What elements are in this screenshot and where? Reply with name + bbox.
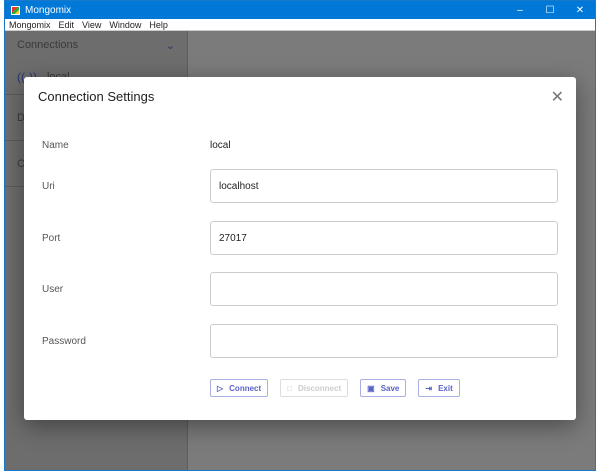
close-window-button[interactable]: ✕ — [565, 5, 595, 16]
menu-edit[interactable]: Edit — [59, 20, 75, 30]
user-label: User — [42, 283, 64, 295]
disconnect-button[interactable]: □ Disconnect — [280, 379, 349, 397]
dialog-title: Connection Settings — [38, 89, 155, 104]
user-input[interactable] — [210, 272, 558, 306]
app-icon — [11, 5, 20, 15]
connect-button[interactable]: ▷ Connect — [210, 379, 269, 397]
play-icon: ▷ — [217, 383, 224, 393]
close-icon[interactable]: ✕ — [551, 87, 564, 107]
exit-icon: ⇥ — [425, 383, 433, 393]
maximize-button[interactable]: ☐ — [535, 5, 565, 16]
name-value: local — [210, 139, 231, 151]
port-input[interactable] — [210, 221, 558, 255]
title-bar: Mongomix – ☐ ✕ — [5, 1, 595, 19]
password-input[interactable] — [210, 324, 558, 358]
menu-mongomix[interactable]: Mongomix — [9, 20, 51, 30]
menu-bar: Mongomix Edit View Window Help — [5, 19, 595, 31]
name-label: Name — [42, 139, 69, 151]
stop-icon: □ — [287, 383, 292, 393]
connections-label: Connections — [17, 39, 79, 51]
save-button[interactable]: ▣ Save — [360, 379, 407, 397]
window-title: Mongomix — [25, 4, 72, 16]
connections-header[interactable]: Connections ⌄ — [5, 31, 187, 59]
disconnect-label: Disconnect — [298, 383, 342, 393]
menu-view[interactable]: View — [82, 20, 101, 30]
menu-window[interactable]: Window — [109, 20, 141, 30]
minimize-button[interactable]: – — [505, 5, 535, 16]
menu-help[interactable]: Help — [149, 20, 168, 30]
connection-settings-dialog: Connection Settings ✕ Name local Uri Por… — [24, 77, 576, 420]
save-icon: ▣ — [367, 383, 375, 393]
chevron-down-icon: ⌄ — [165, 39, 175, 52]
connect-label: Connect — [229, 383, 262, 393]
uri-label: Uri — [42, 180, 55, 192]
save-label: Save — [380, 383, 400, 393]
port-label: Port — [42, 232, 61, 244]
uri-input[interactable] — [210, 169, 558, 203]
exit-button[interactable]: ⇥ Exit — [418, 379, 460, 397]
exit-label: Exit — [438, 383, 453, 393]
password-label: Password — [42, 335, 86, 347]
